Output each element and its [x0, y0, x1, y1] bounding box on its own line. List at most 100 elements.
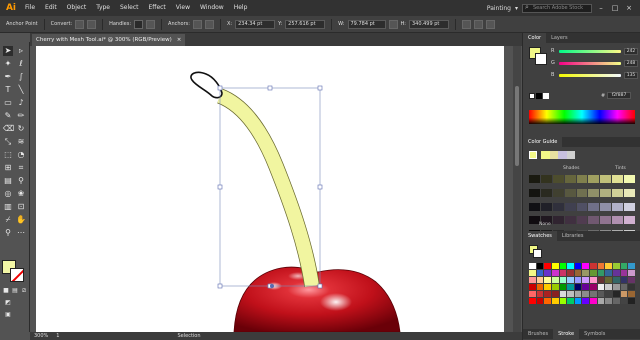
tab-color-guide[interactable]: Color Guide: [523, 137, 563, 147]
screen-mode-icon[interactable]: ▣: [3, 310, 13, 320]
hex-field[interactable]: f2f887: [607, 92, 631, 99]
vertical-scrollbar[interactable]: [513, 46, 521, 332]
paintbrush-tool-icon[interactable]: ♪: [16, 98, 26, 108]
column-graph-tool-icon[interactable]: ▥: [3, 202, 13, 212]
convert-smooth-button[interactable]: [87, 19, 97, 29]
swatches-stroke-icon[interactable]: [533, 249, 542, 258]
close-window-icon[interactable]: ×: [624, 4, 634, 12]
free-transform-tool-icon[interactable]: ⬚: [3, 150, 13, 160]
none-mode-icon[interactable]: ⧄: [19, 286, 29, 296]
magic-wand-tool-icon[interactable]: ✦: [3, 59, 13, 69]
artboard-tool-icon[interactable]: ⊡: [16, 202, 26, 212]
red-value[interactable]: 242: [624, 47, 638, 55]
show-handles-button[interactable]: [134, 19, 144, 29]
isolate-icon[interactable]: [485, 19, 495, 29]
menu-type[interactable]: Type: [91, 0, 115, 16]
hand-tool-icon[interactable]: ✋: [16, 215, 26, 225]
stroke-swatch[interactable]: [10, 268, 24, 282]
color-spectrum[interactable]: [529, 110, 635, 124]
blue-slider[interactable]: B 135: [551, 71, 639, 79]
menu-object[interactable]: Object: [62, 0, 92, 16]
more-tools-icon[interactable]: ⋯: [16, 228, 26, 238]
swatches-grid[interactable]: [529, 263, 635, 304]
pen-tool-icon[interactable]: ✒: [3, 72, 13, 82]
maximize-icon[interactable]: □: [610, 4, 620, 12]
curvature-tool-icon[interactable]: ∫: [16, 72, 26, 82]
workspace-switcher[interactable]: Painting: [487, 5, 511, 12]
line-tool-icon[interactable]: ╲: [16, 85, 26, 95]
eyedropper-tool-icon[interactable]: ⚲: [16, 176, 26, 186]
pencil-tool-icon[interactable]: ✏: [16, 111, 26, 121]
close-tab-icon[interactable]: ×: [177, 34, 182, 46]
tab-stroke[interactable]: Stroke: [553, 329, 580, 339]
tab-layers[interactable]: Layers: [546, 33, 573, 43]
tab-symbols[interactable]: Symbols: [579, 329, 610, 339]
canvas-area[interactable]: [30, 46, 522, 332]
zoom-tool-icon[interactable]: ⚲: [3, 228, 13, 238]
menu-view[interactable]: View: [171, 0, 195, 16]
menu-edit[interactable]: Edit: [40, 0, 62, 16]
harmony-strip[interactable]: [541, 151, 575, 159]
lasso-tool-icon[interactable]: ℓ: [16, 59, 26, 69]
menu-select[interactable]: Select: [115, 0, 144, 16]
width-field[interactable]: 79.784 pt: [347, 19, 386, 29]
slice-tool-icon[interactable]: ⌿: [3, 215, 13, 225]
document-tab-title: Cherry with Mesh Tool.ai* @ 300% (RGB/Pr…: [36, 37, 172, 43]
x-field[interactable]: 234.34 pt: [235, 19, 276, 29]
cut-path-button[interactable]: [204, 19, 214, 29]
tab-color[interactable]: Color: [523, 33, 547, 43]
cherry-highlight: [320, 293, 352, 311]
transform-options-icon[interactable]: [473, 19, 483, 29]
width-tool-icon[interactable]: ≋: [16, 137, 26, 147]
shape-builder-tool-icon[interactable]: ◔: [16, 150, 26, 160]
artboard[interactable]: [36, 46, 504, 332]
y-field[interactable]: 257.616 pt: [285, 19, 326, 29]
document-tab[interactable]: Cherry with Mesh Tool.ai* @ 300% (RGB/Pr…: [32, 34, 186, 46]
rectangle-tool-icon[interactable]: ▭: [3, 98, 13, 108]
blue-track[interactable]: [559, 73, 621, 77]
link-proportions-icon[interactable]: [388, 19, 398, 29]
workspace-chevron-icon[interactable]: ▾: [515, 5, 518, 12]
tab-libraries[interactable]: Libraries: [557, 231, 589, 241]
tab-brushes[interactable]: Brushes: [523, 329, 553, 339]
perspective-grid-tool-icon[interactable]: ⊞: [3, 163, 13, 173]
scroll-thumb[interactable]: [515, 86, 519, 166]
hide-handles-button[interactable]: [146, 19, 156, 29]
blend-tool-icon[interactable]: ◎: [3, 189, 13, 199]
red-slider[interactable]: R 242: [551, 47, 639, 55]
menu-help[interactable]: Help: [229, 0, 253, 16]
stock-search-input[interactable]: Search Adobe Stock: [522, 3, 592, 13]
green-slider[interactable]: G 248: [551, 59, 639, 67]
type-tool-icon[interactable]: T: [3, 85, 13, 95]
zoom-level[interactable]: 300%: [34, 333, 48, 339]
tab-swatches[interactable]: Swatches: [523, 231, 557, 241]
rotate-tool-icon[interactable]: ↻: [16, 124, 26, 134]
shaper-tool-icon[interactable]: ✎: [3, 111, 13, 121]
selection-tool-icon[interactable]: ➤: [3, 46, 13, 56]
direct-selection-tool-icon[interactable]: ▹: [16, 46, 26, 56]
none-swatch-icon[interactable]: [529, 93, 535, 99]
scale-tool-icon[interactable]: ⤡: [3, 137, 13, 147]
black-swatch[interactable]: [536, 93, 542, 99]
menu-window[interactable]: Window: [195, 0, 229, 16]
blue-value[interactable]: 135: [624, 71, 638, 79]
gradient-tool-icon[interactable]: ▤: [3, 176, 13, 186]
red-track[interactable]: [559, 49, 621, 53]
mesh-tool-icon[interactable]: ⌗: [16, 163, 26, 173]
color-stroke-swatch[interactable]: [535, 53, 547, 65]
symbol-sprayer-tool-icon[interactable]: ❀: [16, 189, 26, 199]
guide-base-swatch[interactable]: [529, 151, 537, 159]
green-value[interactable]: 248: [624, 59, 638, 67]
white-swatch[interactable]: [543, 93, 549, 99]
align-options-icon[interactable]: [461, 19, 471, 29]
height-field[interactable]: 340.499 pt: [408, 19, 449, 29]
remove-anchor-button[interactable]: [192, 19, 202, 29]
convert-corner-button[interactable]: [75, 19, 85, 29]
draw-mode-icon[interactable]: ◩: [3, 298, 13, 308]
menu-effect[interactable]: Effect: [144, 0, 171, 16]
menu-file[interactable]: File: [20, 0, 40, 16]
minimize-icon[interactable]: –: [596, 4, 606, 12]
eraser-tool-icon[interactable]: ⌫: [3, 124, 14, 134]
artboard-number[interactable]: 1: [56, 333, 59, 339]
green-track[interactable]: [559, 61, 621, 65]
